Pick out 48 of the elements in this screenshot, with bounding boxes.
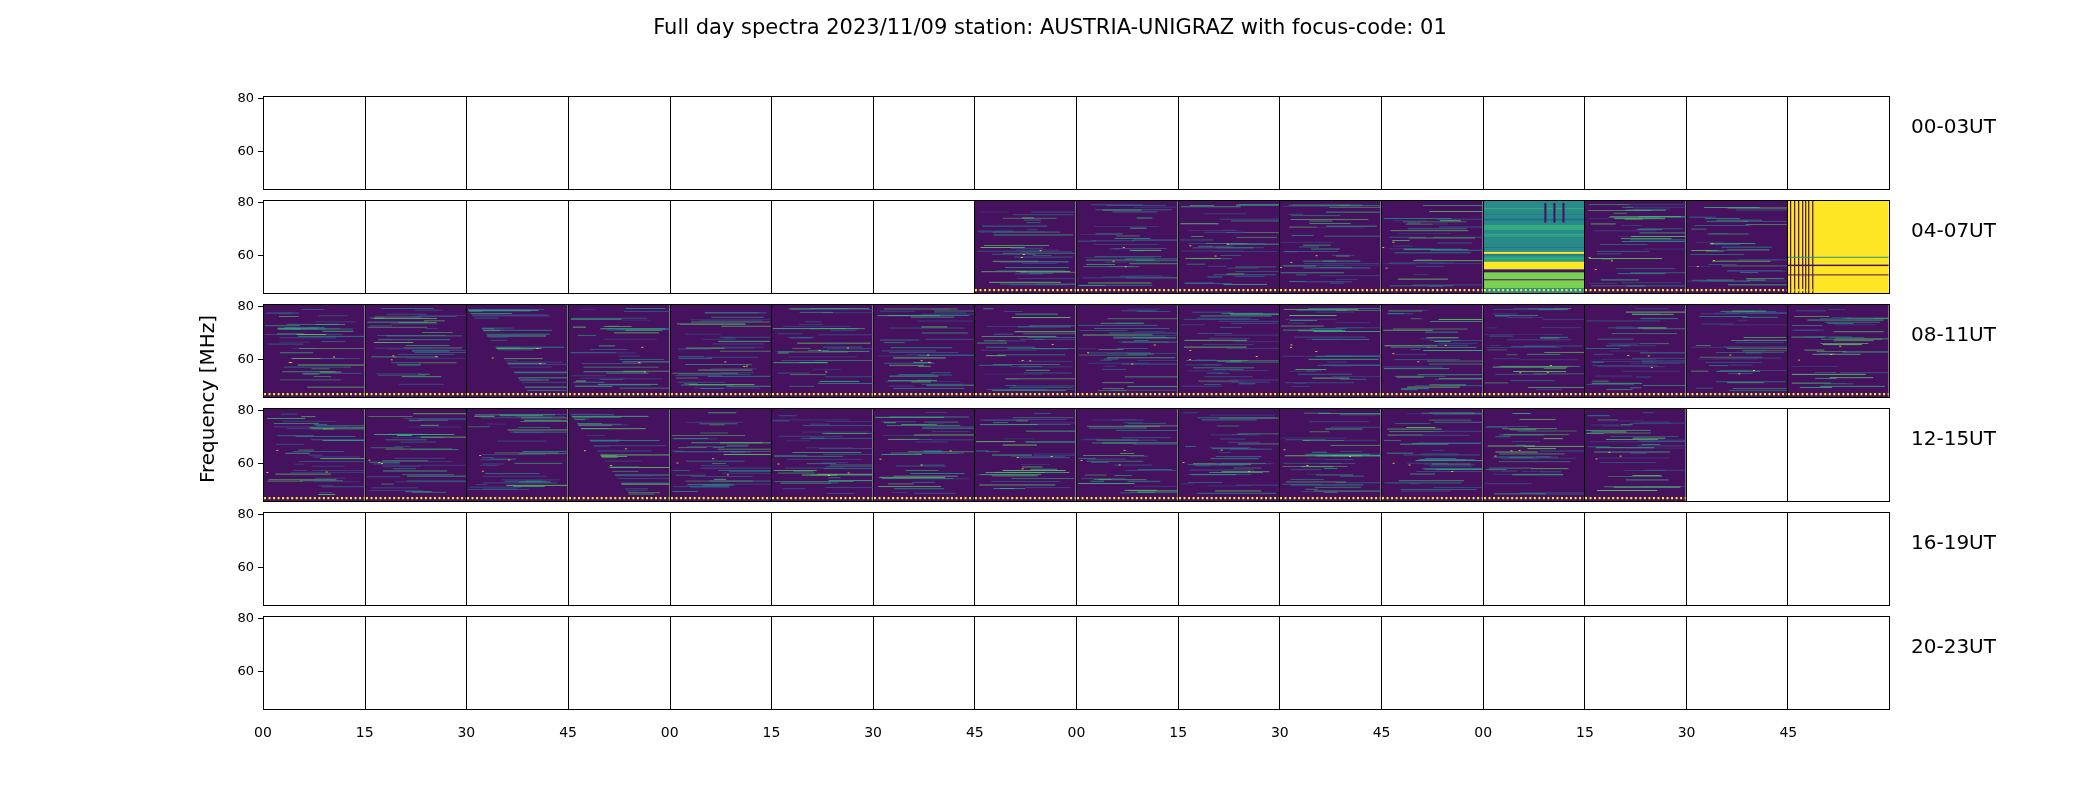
y-tick-mark (258, 618, 263, 619)
x-tick-label: 30 (864, 724, 883, 741)
x-tick-label: 45 (965, 724, 984, 741)
row-label: 12-15UT (1911, 426, 1996, 450)
y-tick-label: 60 (237, 455, 254, 471)
y-tick-label: 60 (237, 143, 254, 159)
y-tick-label: 80 (237, 402, 254, 418)
row-label: 16-19UT (1911, 530, 1996, 554)
y-tick-mark (258, 410, 263, 411)
y-tick-mark (258, 255, 263, 256)
row-label: 20-23UT (1911, 634, 1996, 658)
x-tick-label: 00 (254, 724, 272, 741)
x-tick-label: 45 (1372, 724, 1391, 741)
y-tick-label: 60 (237, 559, 254, 575)
x-tick-label: 15 (1576, 724, 1594, 741)
x-tick-label: 30 (1270, 724, 1289, 741)
x-tick-label: 00 (660, 724, 679, 741)
x-tick-label: 45 (1779, 724, 1798, 741)
y-tick-mark (258, 514, 263, 515)
y-tick-mark (258, 151, 263, 152)
y-tick-label: 60 (237, 351, 254, 367)
y-tick-label: 60 (237, 663, 254, 679)
y-tick-label: 80 (237, 194, 254, 210)
chart-title: Full day spectra 2023/11/09 station: AUSTRIA-UNIGRAZ with focus-code: 01 (653, 14, 1447, 40)
y-tick-label: 60 (237, 247, 254, 263)
y-tick-mark (258, 463, 263, 464)
row-label: 04-07UT (1911, 218, 1996, 242)
y-tick-mark (258, 306, 263, 307)
y-axis-label: Frequency [MHz] (195, 314, 219, 484)
row-label: 00-03UT (1911, 114, 1996, 138)
y-tick-label: 80 (237, 610, 254, 626)
x-tick-label: 00 (1067, 724, 1086, 741)
x-tick-label: 15 (355, 724, 374, 741)
row-label: 08-11UT (1911, 322, 1996, 346)
y-tick-label: 80 (237, 90, 254, 106)
y-tick-mark (258, 671, 263, 672)
y-tick-label: 80 (237, 298, 254, 314)
y-tick-mark (258, 202, 263, 203)
x-tick-label: 15 (762, 724, 781, 741)
x-tick-label: 15 (1169, 724, 1188, 741)
y-tick-label: 80 (237, 506, 254, 522)
x-tick-label: 30 (457, 724, 476, 741)
x-tick-label: 00 (1474, 724, 1493, 741)
y-tick-mark (258, 98, 263, 99)
x-tick-label: 45 (559, 724, 577, 741)
y-tick-mark (258, 359, 263, 360)
y-tick-mark (258, 567, 263, 568)
x-tick-label: 30 (1677, 724, 1696, 741)
